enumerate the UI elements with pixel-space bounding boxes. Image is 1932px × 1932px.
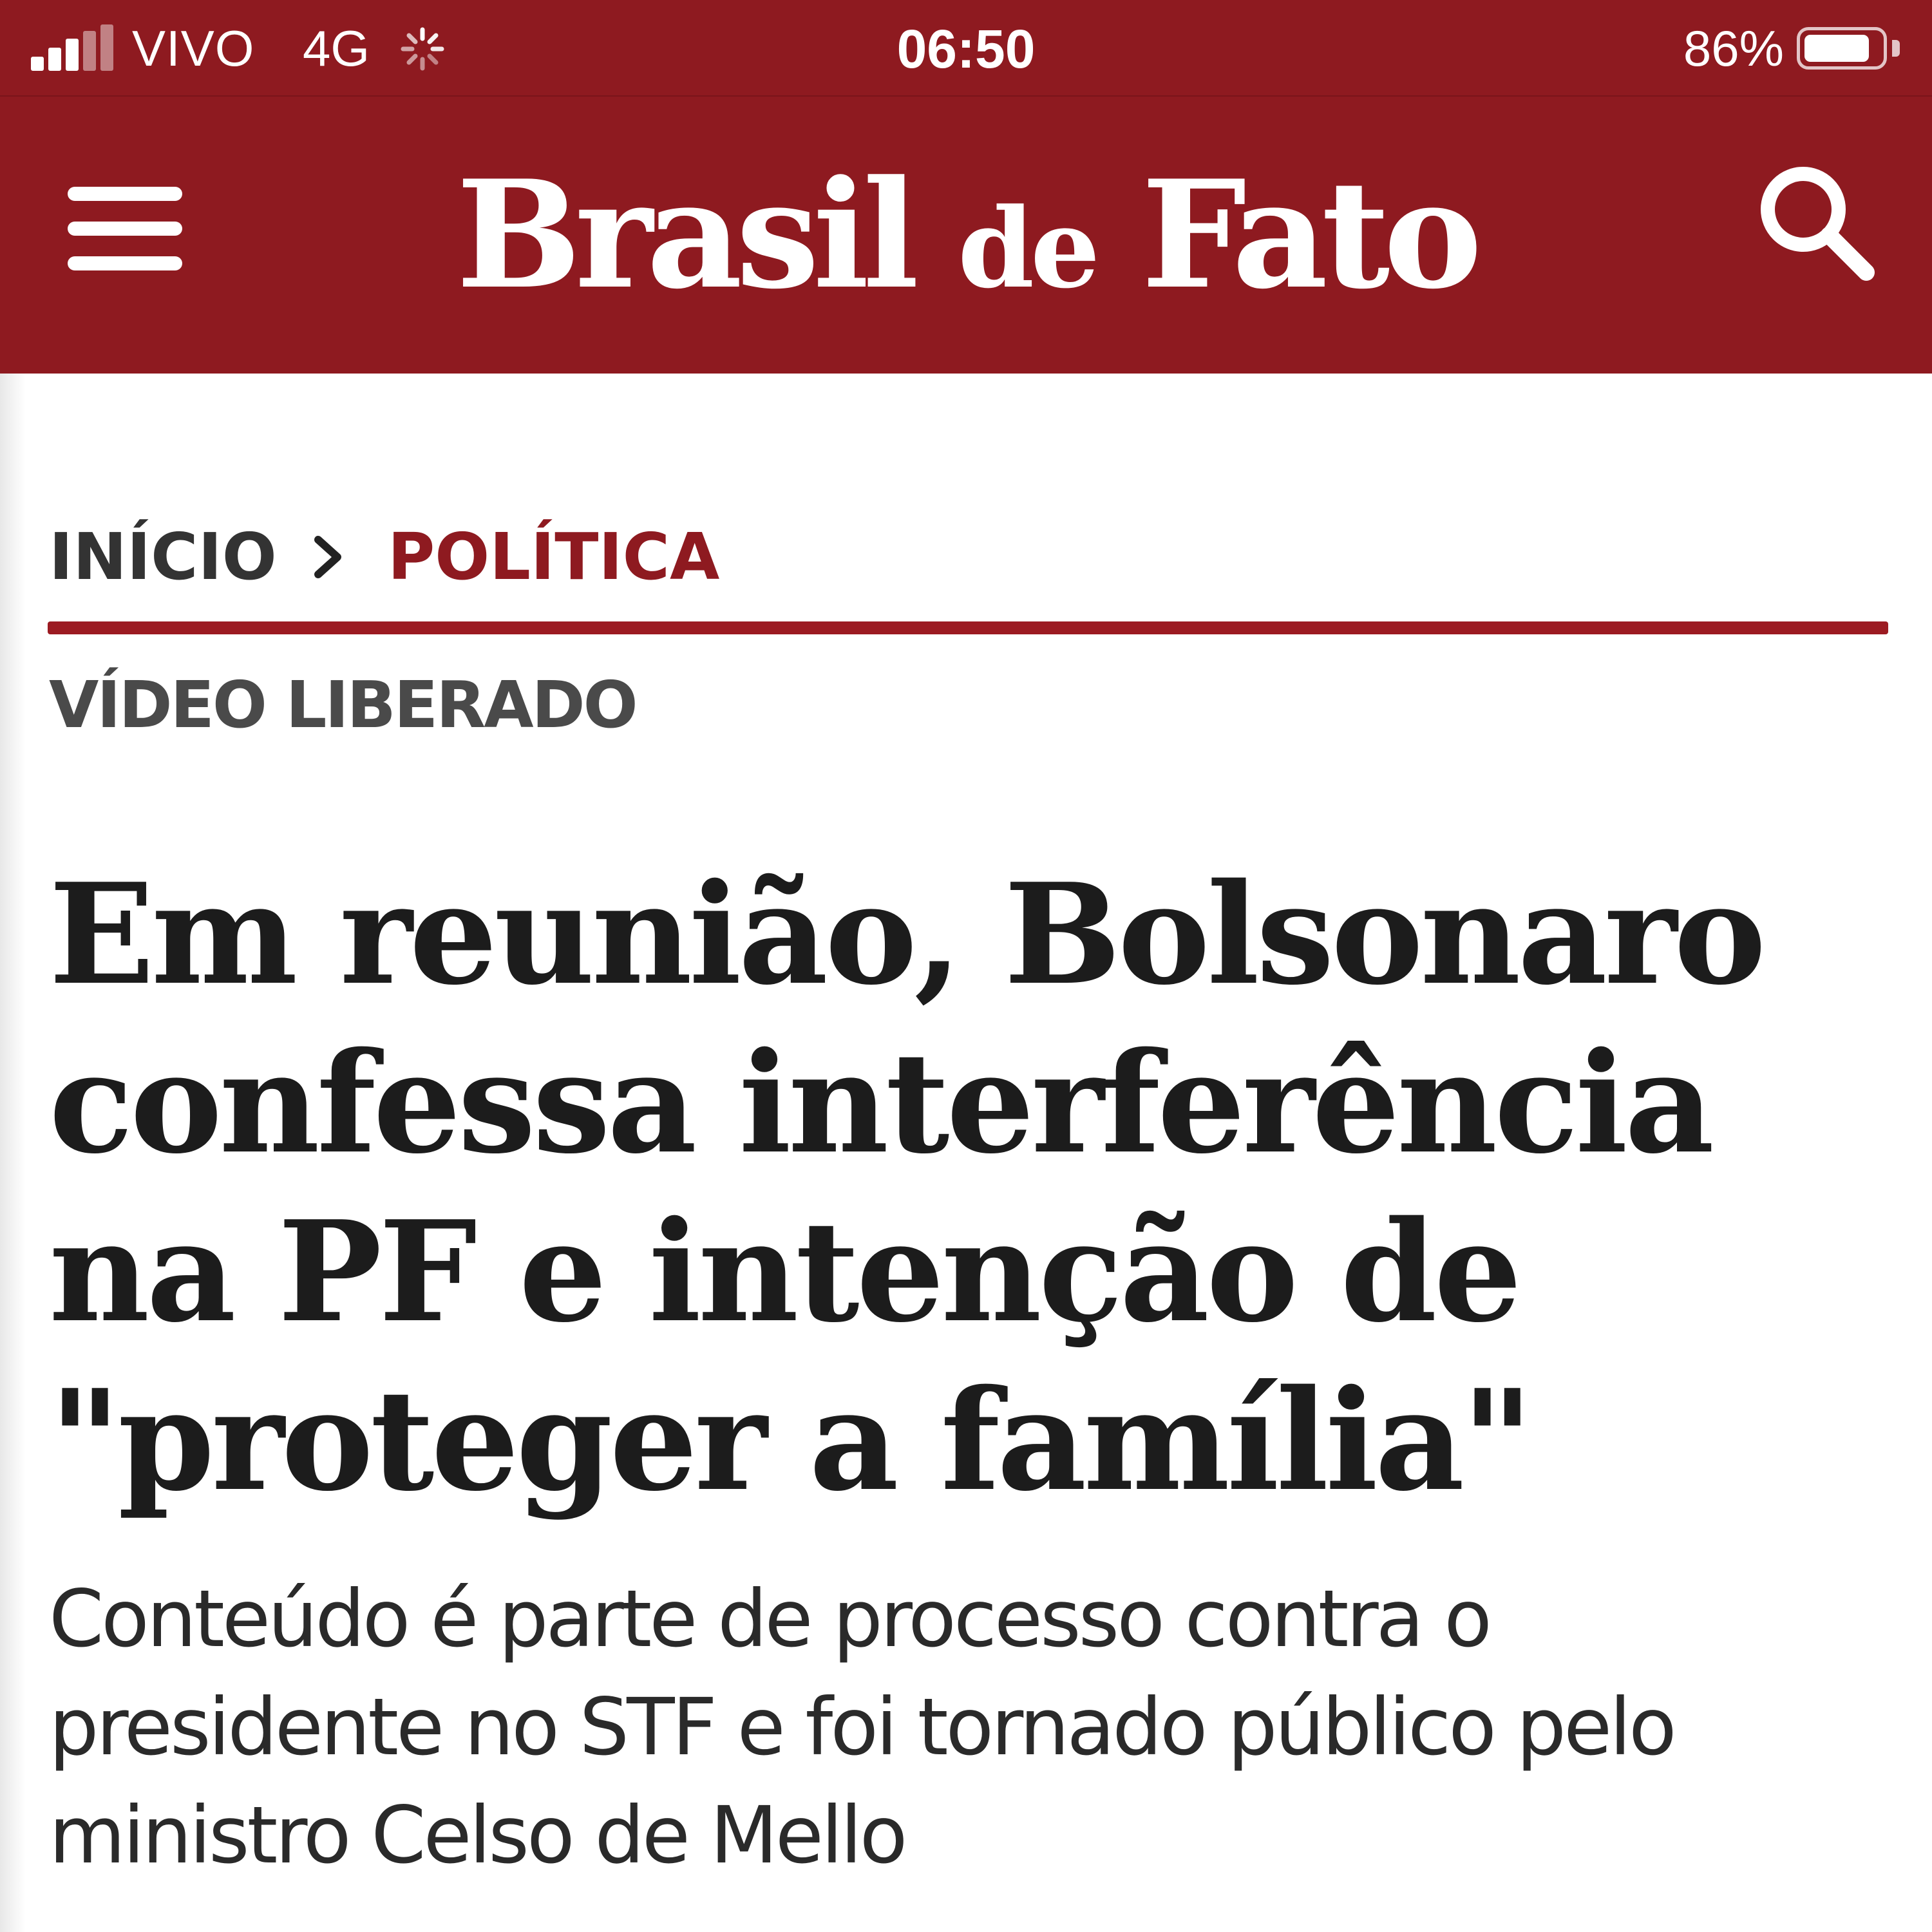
logo-word-brasil: Brasil: [456, 148, 919, 322]
status-bar: VIVO 4G 06:50 86%: [0, 0, 1932, 95]
logo-word-fato: Fato: [1141, 148, 1482, 322]
battery-fill: [1804, 35, 1869, 62]
search-icon: [1761, 167, 1875, 281]
hamburger-menu-icon: [68, 187, 182, 270]
loading-spinner-icon: [401, 27, 444, 71]
site-logo[interactable]: Brasil de Fato: [451, 148, 1482, 332]
breadcrumb-politica-link[interactable]: POLÍTICA: [388, 515, 719, 599]
breadcrumb: INÍCIO POLÍTICA: [49, 515, 1891, 599]
article-headline: Em reunião, Bolsonaro confessa interferê…: [49, 853, 1766, 1522]
carrier-name: VIVO: [132, 20, 255, 77]
logo-word-de: de: [958, 184, 1100, 313]
status-time: 06:50: [896, 19, 1036, 79]
signal-strength-icon: [31, 24, 115, 71]
search-button[interactable]: [1752, 158, 1880, 287]
chevron-right-icon: [314, 536, 341, 578]
battery-cap: [1892, 40, 1900, 57]
article-kicker: VÍDEO LIBERADO: [49, 667, 638, 743]
battery-icon: [1797, 27, 1887, 70]
menu-button[interactable]: [64, 174, 187, 283]
article-subtitle: Conteúdo é parte de processo contra o pr…: [49, 1573, 1677, 1881]
section-divider: [48, 621, 1888, 634]
battery-percentage: 86%: [1683, 20, 1784, 77]
breadcrumb-home-link[interactable]: INÍCIO: [49, 515, 277, 599]
site-header: Brasil de Fato: [0, 95, 1932, 374]
network-type: 4G: [303, 20, 370, 77]
